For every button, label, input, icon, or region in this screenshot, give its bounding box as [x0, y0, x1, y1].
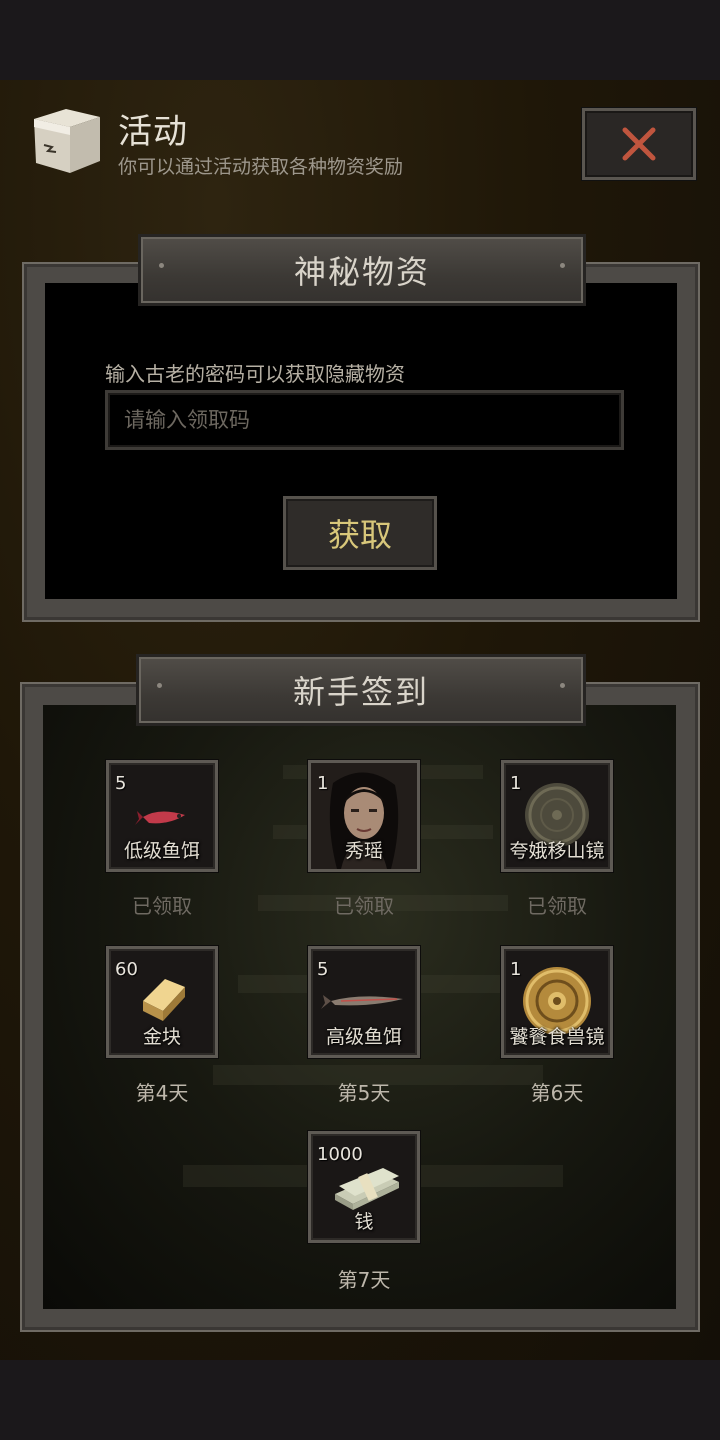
reward-status-day4: 第4天	[135, 1081, 189, 1105]
reward-qty: 1	[510, 959, 522, 980]
reward-qty: 5	[317, 959, 329, 980]
reward-name: 饕餮食兽镜	[509, 1026, 605, 1048]
reward-name: 夸娥移山镜	[509, 840, 605, 862]
get-button[interactable]: 获取	[283, 496, 437, 570]
signin-panel-title: 新手签到	[292, 673, 429, 711]
code-hint: 输入古老的密码可以获取隐藏物资	[105, 362, 405, 386]
reward-name: 低级鱼饵	[123, 840, 200, 862]
reward-qty: 60	[115, 959, 138, 980]
reward-slot-day7[interactable]: 1000 钱	[308, 1131, 420, 1243]
reward-status-day6: 第6天	[530, 1081, 584, 1105]
reward-status-day7: 第7天	[337, 1268, 391, 1292]
reward-qty: 1	[510, 773, 522, 794]
reward-slot-day5[interactable]: 5 高级鱼饵	[308, 946, 420, 1058]
close-x-icon	[622, 127, 656, 161]
mystery-panel-banner: 神秘物资	[138, 234, 586, 306]
redeem-code-input[interactable]	[105, 390, 624, 450]
status-bar	[0, 0, 720, 80]
mystery-panel-title: 神秘物资	[293, 253, 430, 291]
page-title: 活动	[118, 112, 188, 152]
reward-slot-day2[interactable]: 1 秀瑶	[308, 760, 420, 872]
reward-name: 金块	[142, 1026, 181, 1048]
reward-name: 钱	[354, 1211, 374, 1233]
reward-name: 秀瑶	[344, 840, 383, 862]
reward-status-day5: 第5天	[337, 1081, 391, 1105]
reward-qty: 1000	[317, 1144, 363, 1165]
box-icon	[34, 109, 100, 173]
reward-status-day2: 已领取	[334, 894, 394, 918]
reward-status-day1: 已领取	[132, 894, 192, 918]
reward-slot-day3[interactable]: 1 夸娥移山镜	[501, 760, 613, 872]
reward-qty: 1	[317, 773, 329, 794]
page-subtitle: 你可以通过活动获取各种物资奖励	[118, 156, 404, 178]
reward-slot-day6[interactable]: 1 饕餮食兽镜	[501, 946, 613, 1058]
reward-slot-day4[interactable]: 60 金块	[106, 946, 218, 1058]
close-button[interactable]	[582, 108, 696, 180]
signin-panel-banner: 新手签到	[136, 654, 586, 726]
reward-status-day3: 已领取	[527, 894, 587, 918]
reward-qty: 5	[115, 773, 127, 794]
reward-name: 高级鱼饵	[325, 1026, 402, 1048]
navigation-bar	[0, 1360, 720, 1440]
reward-slot-day1[interactable]: 5 低级鱼饵	[106, 760, 218, 872]
